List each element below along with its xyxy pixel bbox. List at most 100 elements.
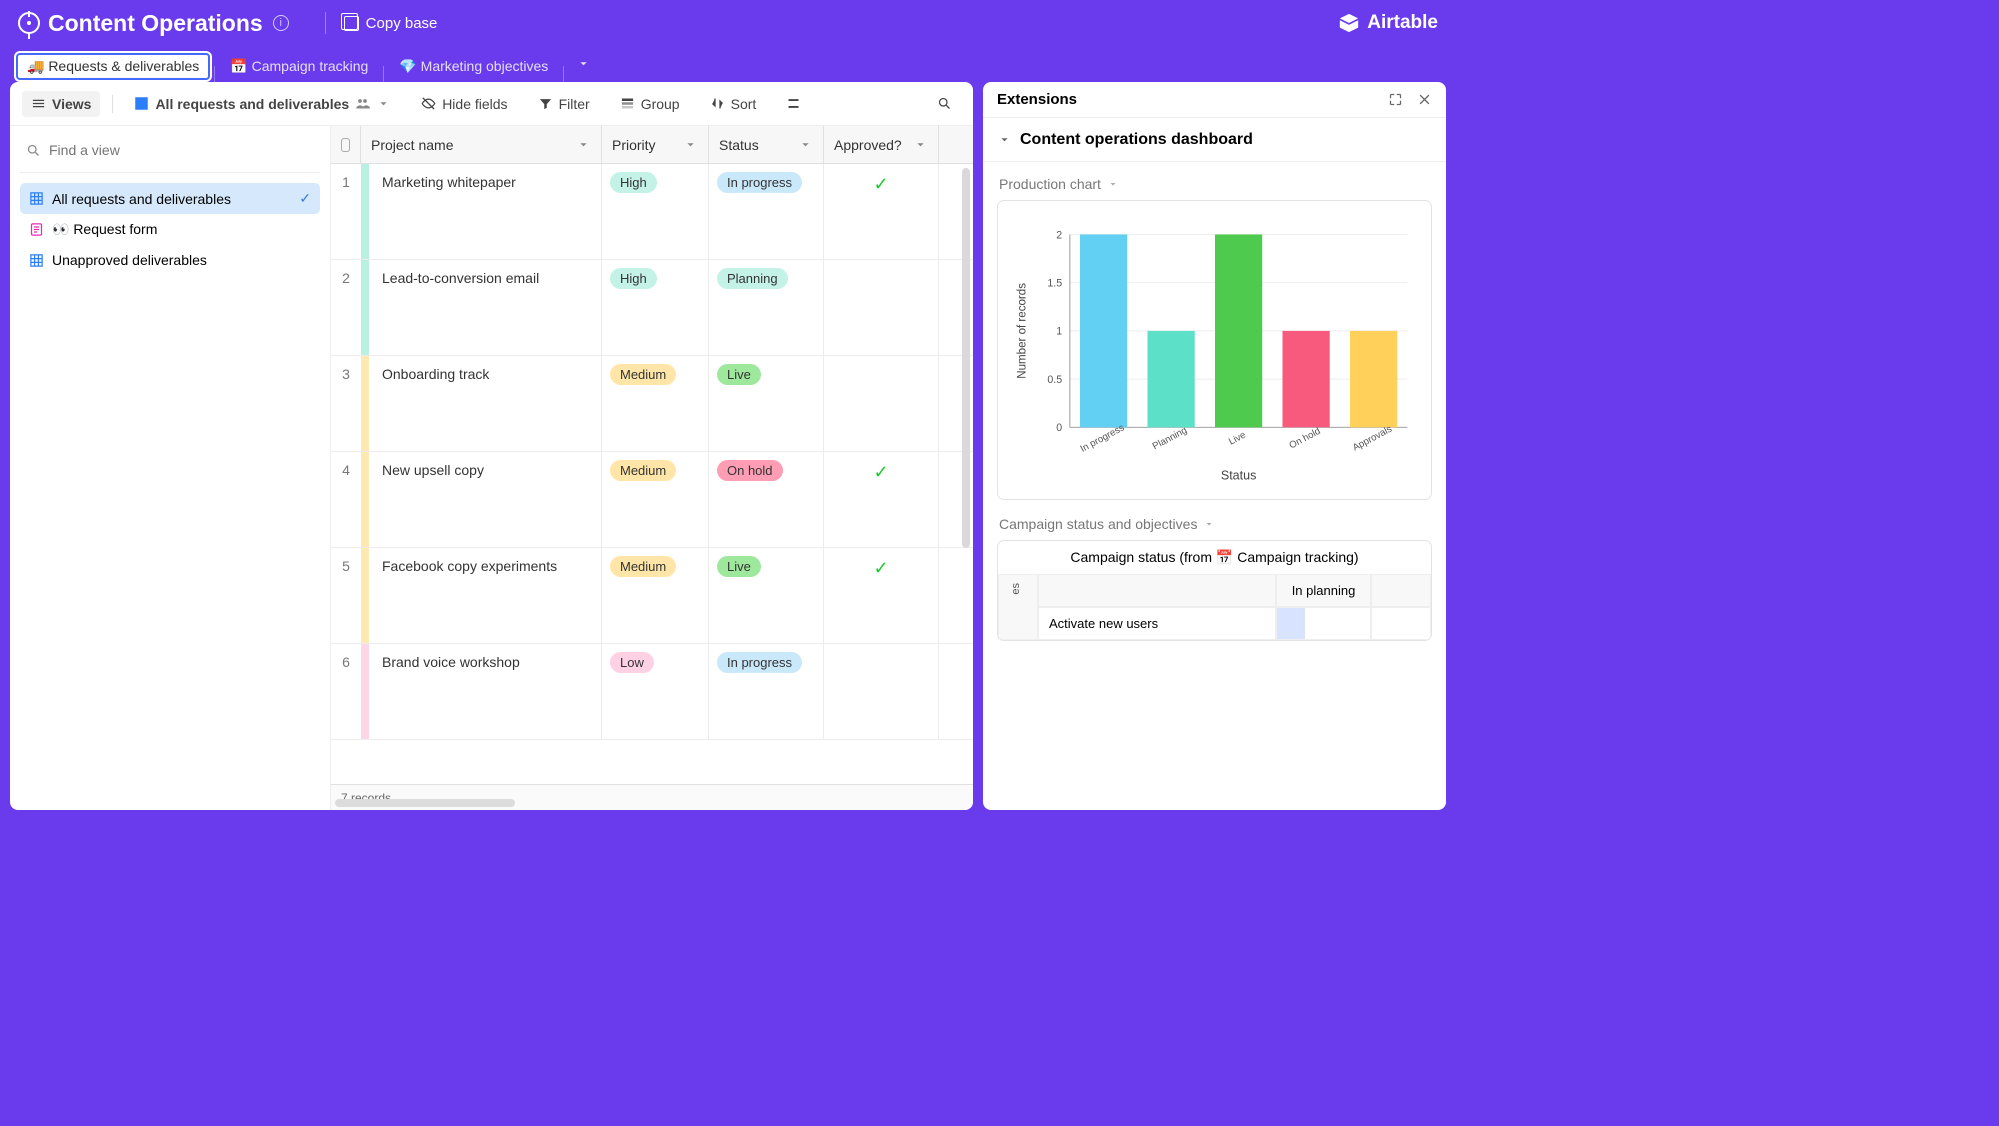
cell-status[interactable]: In progress (709, 644, 824, 739)
svg-text:0: 0 (1056, 422, 1062, 434)
vertical-scrollbar[interactable] (962, 168, 970, 548)
tabs-bar: 🚚 Requests & deliverables 📅 Campaign tra… (0, 46, 1456, 82)
cell-project[interactable]: New upsell copy (372, 452, 602, 547)
grid-footer: 7 records (331, 784, 973, 810)
chart-bar (1215, 234, 1262, 427)
cell-priority[interactable]: Medium (602, 452, 709, 547)
production-chart: 00.511.52In progressPlanningLiveOn holdA… (997, 200, 1432, 500)
base-title[interactable]: Content Operations (48, 10, 263, 37)
cell-priority[interactable]: Medium (602, 548, 709, 643)
cell-status[interactable]: Live (709, 356, 824, 451)
chevron-down-icon (376, 96, 391, 111)
chevron-down-icon[interactable] (798, 137, 813, 152)
views-sidebar: All requests and deliverables ✓ 👀 Reques… (10, 126, 331, 810)
checkbox[interactable] (341, 138, 350, 152)
dashboard-selector[interactable]: Content operations dashboard (983, 118, 1446, 162)
cell-project[interactable]: Facebook copy experiments (372, 548, 602, 643)
filter-button[interactable]: Filter (529, 91, 599, 117)
view-item-unapproved[interactable]: Unapproved deliverables (20, 245, 320, 275)
extensions-pane: Extensions Content operations dashboard … (983, 82, 1446, 810)
copy-icon (344, 16, 359, 31)
cell-project[interactable]: Onboarding track (372, 356, 602, 451)
chart-bar (1147, 331, 1194, 427)
tab-campaign[interactable]: 📅 Campaign tracking (217, 51, 381, 82)
svg-text:Live: Live (1227, 430, 1248, 448)
cell-project[interactable]: Marketing whitepaper (372, 164, 602, 259)
copy-base-label: Copy base (366, 15, 438, 32)
copy-base-button[interactable]: Copy base (344, 15, 438, 32)
table-row[interactable]: 3Onboarding trackMediumLive (331, 356, 973, 452)
sort-icon (710, 96, 725, 111)
chevron-down-icon (1203, 518, 1215, 530)
tab-marketing[interactable]: 💎 Marketing objectives (386, 51, 561, 82)
svg-text:On hold: On hold (1287, 426, 1322, 452)
views-button[interactable]: Views (22, 91, 100, 117)
check-icon: ✓ (873, 558, 888, 643)
tab-more-chevron[interactable] (566, 50, 601, 82)
group-button[interactable]: Group (611, 91, 689, 117)
cell-status[interactable]: Live (709, 548, 824, 643)
sort-button[interactable]: Sort (701, 91, 766, 117)
column-approved[interactable]: Approved? (824, 126, 939, 163)
info-icon[interactable]: i (273, 15, 289, 31)
close-icon[interactable] (1417, 92, 1432, 107)
cell-approved[interactable] (824, 644, 939, 739)
select-all-cell[interactable] (331, 126, 361, 163)
group-icon (620, 96, 635, 111)
pivot-cell[interactable] (1276, 607, 1371, 640)
cell-project[interactable]: Brand voice workshop (372, 644, 602, 739)
cell-status[interactable]: In progress (709, 164, 824, 259)
pivot-row-label[interactable]: Activate new users (1038, 607, 1276, 640)
chevron-down-icon (1107, 178, 1119, 190)
campaign-section-label[interactable]: Campaign status and objectives (999, 516, 1432, 532)
expand-icon[interactable] (1388, 92, 1403, 107)
table-row[interactable]: 2Lead-to-conversion emailHighPlanning (331, 260, 973, 356)
cell-approved[interactable]: ✓ (824, 548, 939, 643)
cell-project[interactable]: Lead-to-conversion email (372, 260, 602, 355)
view-item-request-form[interactable]: 👀 Request form (20, 214, 320, 245)
chart-bar (1350, 331, 1397, 427)
column-status[interactable]: Status (709, 126, 824, 163)
cell-approved[interactable] (824, 356, 939, 451)
cell-priority[interactable]: High (602, 164, 709, 259)
column-project[interactable]: Project name (361, 126, 602, 163)
table-row[interactable]: 6Brand voice workshopLowIn progress (331, 644, 973, 740)
tab-requests[interactable]: 🚚 Requests & deliverables (14, 51, 212, 82)
table-row[interactable]: 5Facebook copy experimentsMediumLive✓ (331, 548, 973, 644)
cell-priority[interactable]: Low (602, 644, 709, 739)
airtable-logo[interactable]: Airtable (1338, 12, 1438, 34)
horizontal-scrollbar[interactable] (335, 799, 515, 807)
chevron-down-icon (997, 132, 1012, 147)
svg-text:1: 1 (1056, 326, 1062, 338)
table-row[interactable]: 4New upsell copyMediumOn hold✓ (331, 452, 973, 548)
find-view[interactable] (20, 136, 320, 173)
chart-bar (1282, 331, 1329, 427)
chevron-down-icon[interactable] (683, 137, 698, 152)
data-grid: Project name Priority Status Approv (331, 126, 973, 810)
find-view-input[interactable] (49, 142, 314, 158)
svg-text:Status: Status (1221, 468, 1256, 482)
cell-approved[interactable]: ✓ (824, 164, 939, 259)
row-number: 4 (331, 452, 361, 547)
row-number: 6 (331, 644, 361, 739)
view-item-all-requests[interactable]: All requests and deliverables ✓ (20, 183, 320, 214)
row-height-button[interactable] (777, 91, 810, 116)
chevron-down-icon[interactable] (576, 137, 591, 152)
cell-approved[interactable]: ✓ (824, 452, 939, 547)
pivot-side-label: es (1010, 583, 1026, 595)
row-number: 3 (331, 356, 361, 451)
cell-status[interactable]: On hold (709, 452, 824, 547)
chart-section-label[interactable]: Production chart (999, 176, 1432, 192)
hide-fields-button[interactable]: Hide fields (412, 91, 516, 117)
current-view-button[interactable]: All requests and deliverables (125, 91, 400, 117)
cell-priority[interactable]: Medium (602, 356, 709, 451)
search-button[interactable] (928, 91, 961, 116)
cell-status[interactable]: Planning (709, 260, 824, 355)
people-icon (355, 96, 370, 111)
cell-priority[interactable]: High (602, 260, 709, 355)
cell-approved[interactable] (824, 260, 939, 355)
table-row[interactable]: 1Marketing whitepaperHighIn progress✓ (331, 164, 973, 260)
chevron-down-icon[interactable] (913, 137, 928, 152)
priority-bar (361, 356, 369, 451)
column-priority[interactable]: Priority (602, 126, 709, 163)
